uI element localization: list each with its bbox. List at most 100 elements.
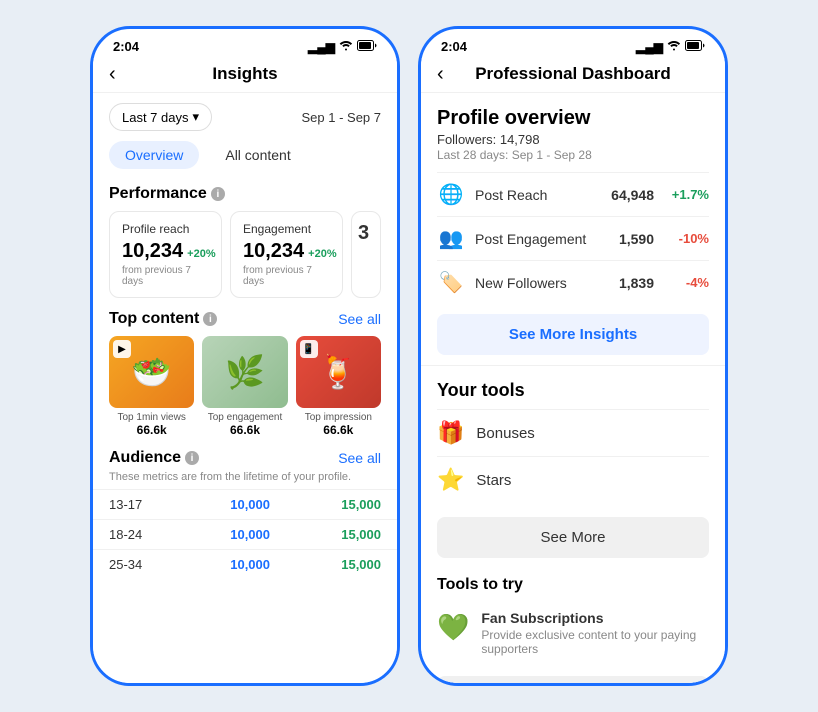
metric-sub-reach: from previous 7 days bbox=[122, 265, 209, 287]
thumb-count-0: 66.6k bbox=[109, 423, 194, 437]
tabs-row: Overview All content bbox=[93, 141, 397, 179]
age-18-24-val1: 10,000 bbox=[230, 527, 270, 542]
stars-label: Stars bbox=[476, 472, 511, 489]
bonuses-label: Bonuses bbox=[476, 425, 534, 442]
thumbnail-1: 🌿 Top engagement 66.6k bbox=[202, 336, 287, 437]
age-18-24-val2: 15,000 bbox=[341, 527, 381, 542]
top-content-see-all[interactable]: See all bbox=[338, 311, 381, 327]
new-followers-change: -4% bbox=[664, 275, 709, 290]
wifi-icon bbox=[339, 40, 353, 54]
post-engagement-label: Post Engagement bbox=[475, 231, 594, 247]
thumb-label-0: Top 1min views bbox=[109, 412, 194, 423]
reel-icon: 📱 bbox=[300, 340, 318, 358]
metric-value-engagement: 10,234 bbox=[243, 240, 304, 263]
age-25-34-val2: 15,000 bbox=[341, 557, 381, 572]
new-followers-icon: 🏷️ bbox=[437, 270, 465, 295]
your-tools-section: Your tools 🎁 Bonuses ⭐ Stars bbox=[421, 366, 725, 509]
post-engagement-change: -10% bbox=[664, 231, 709, 246]
metric-sub-engagement: from previous 7 days bbox=[243, 265, 330, 287]
stat-row-new-followers: 🏷️ New Followers 1,839 -4% bbox=[437, 260, 709, 304]
performance-info-icon[interactable]: i bbox=[211, 187, 225, 201]
stat-row-post-engagement: 👥 Post Engagement 1,590 -10% bbox=[437, 216, 709, 260]
thumb-img-1: 🌿 bbox=[202, 336, 287, 408]
signal-icon-right: ▂▄▆ bbox=[636, 40, 663, 54]
your-tools-see-more-button[interactable]: See More bbox=[437, 517, 709, 558]
battery-icon bbox=[357, 40, 377, 54]
dash-back-button[interactable]: ‹ bbox=[437, 63, 444, 86]
video-icon: ▶ bbox=[113, 340, 131, 358]
phones-container: 2:04 ▂▄▆ bbox=[90, 26, 728, 686]
age-25-34: 25-34 bbox=[109, 557, 159, 572]
fan-subscriptions-info: Fan Subscriptions Provide exclusive cont… bbox=[481, 610, 709, 656]
metrics-row: Profile reach 10,234 +20% from previous … bbox=[93, 211, 397, 298]
back-button[interactable]: ‹ bbox=[109, 63, 116, 86]
right-status-icons: ▂▄▆ bbox=[636, 40, 705, 54]
audience-sub: These metrics are from the lifetime of y… bbox=[93, 471, 397, 489]
thumb-img-2: 📱 🍹 bbox=[296, 336, 381, 408]
followers-line: Followers: 14,798 bbox=[437, 132, 709, 147]
age-18-24: 18-24 bbox=[109, 527, 159, 542]
metric-card-engagement: Engagement 10,234 +20% from previous 7 d… bbox=[230, 211, 343, 298]
bonuses-icon: 🎁 bbox=[437, 420, 464, 446]
metric-label-engagement: Engagement bbox=[243, 222, 330, 236]
thumb-img-0: ▶ 🥗 bbox=[109, 336, 194, 408]
post-reach-label: Post Reach bbox=[475, 187, 594, 203]
tool-row-bonuses[interactable]: 🎁 Bonuses bbox=[437, 409, 709, 456]
thumb-count-2: 66.6k bbox=[296, 423, 381, 437]
metric-value-reach: 10,234 bbox=[122, 240, 183, 263]
metric-value-row-reach: 10,234 +20% bbox=[122, 240, 209, 263]
audience-info-icon[interactable]: i bbox=[185, 451, 199, 465]
your-tools-title: Your tools bbox=[437, 380, 709, 401]
left-status-bar: 2:04 ▂▄▆ bbox=[93, 29, 397, 58]
post-reach-icon: 🌐 bbox=[437, 182, 465, 207]
filter-row: Last 7 days ▾ Sep 1 - Sep 7 bbox=[93, 93, 397, 141]
audience-row-2: 25-34 10,000 15,000 bbox=[93, 549, 397, 579]
metric-value-row-engagement: 10,234 +20% bbox=[243, 240, 330, 263]
top-content-header: Top content i See all bbox=[93, 298, 397, 336]
top-content-title: Top content i bbox=[109, 310, 217, 328]
insights-header: ‹ Insights bbox=[93, 58, 397, 93]
metric-change-reach: +20% bbox=[187, 248, 215, 260]
right-phone: 2:04 ▂▄▆ bbox=[418, 26, 728, 686]
tools-to-try-section: Tools to try 💚 Fan Subscriptions Provide… bbox=[421, 566, 725, 668]
see-more-insights-button[interactable]: See More Insights bbox=[437, 314, 709, 355]
tab-all-content[interactable]: All content bbox=[209, 141, 306, 169]
dash-title: Professional Dashboard bbox=[475, 64, 671, 84]
date-filter-dropdown[interactable]: Last 7 days ▾ bbox=[109, 103, 212, 131]
fan-subscriptions-name: Fan Subscriptions bbox=[481, 610, 709, 626]
post-engagement-icon: 👥 bbox=[437, 226, 465, 251]
thumb-label-1: Top engagement bbox=[202, 412, 287, 423]
post-reach-value: 64,948 bbox=[604, 187, 654, 203]
date-range-label: Sep 1 - Sep 7 bbox=[302, 110, 382, 125]
right-status-bar: 2:04 ▂▄▆ bbox=[421, 29, 725, 58]
right-phone-content: ‹ Professional Dashboard Profile overvie… bbox=[421, 58, 725, 683]
age-13-17-val1: 10,000 bbox=[230, 497, 270, 512]
thumb-label-2: Top impression bbox=[296, 412, 381, 423]
metric-card-reach: Profile reach 10,234 +20% from previous … bbox=[109, 211, 222, 298]
stars-icon: ⭐ bbox=[437, 467, 464, 493]
signal-icon: ▂▄▆ bbox=[308, 40, 335, 54]
thumbnail-2: 📱 🍹 Top impression 66.6k bbox=[296, 336, 381, 437]
stat-row-post-reach: 🌐 Post Reach 64,948 +1.7% bbox=[437, 172, 709, 216]
profile-overview-section: Profile overview Followers: 14,798 Last … bbox=[421, 93, 725, 366]
battery-icon-right bbox=[685, 40, 705, 54]
audience-row-1: 18-24 10,000 15,000 bbox=[93, 519, 397, 549]
tool-row-stars[interactable]: ⭐ Stars bbox=[437, 456, 709, 503]
audience-header: Audience i See all bbox=[93, 437, 397, 471]
post-engagement-value: 1,590 bbox=[604, 231, 654, 247]
fan-subscriptions-desc: Provide exclusive content to your paying… bbox=[481, 628, 709, 656]
age-13-17-val2: 15,000 bbox=[341, 497, 381, 512]
audience-see-all[interactable]: See all bbox=[338, 450, 381, 466]
tab-overview[interactable]: Overview bbox=[109, 141, 199, 169]
metric-card-partial: 3 bbox=[351, 211, 381, 298]
content-thumbnails: ▶ 🥗 Top 1min views 66.6k 🌿 Top engagemen… bbox=[93, 336, 397, 437]
tools-to-try-see-more-button[interactable]: See More bbox=[437, 676, 709, 683]
right-time: 2:04 bbox=[441, 39, 467, 54]
tools-to-try-title: Tools to try bbox=[437, 576, 709, 594]
page-title: Insights bbox=[212, 64, 277, 84]
dash-header: ‹ Professional Dashboard bbox=[421, 58, 725, 93]
age-13-17: 13-17 bbox=[109, 497, 159, 512]
audience-row-0: 13-17 10,000 15,000 bbox=[93, 489, 397, 519]
left-phone-content: ‹ Insights Last 7 days ▾ Sep 1 - Sep 7 O… bbox=[93, 58, 397, 683]
top-content-info-icon[interactable]: i bbox=[203, 312, 217, 326]
